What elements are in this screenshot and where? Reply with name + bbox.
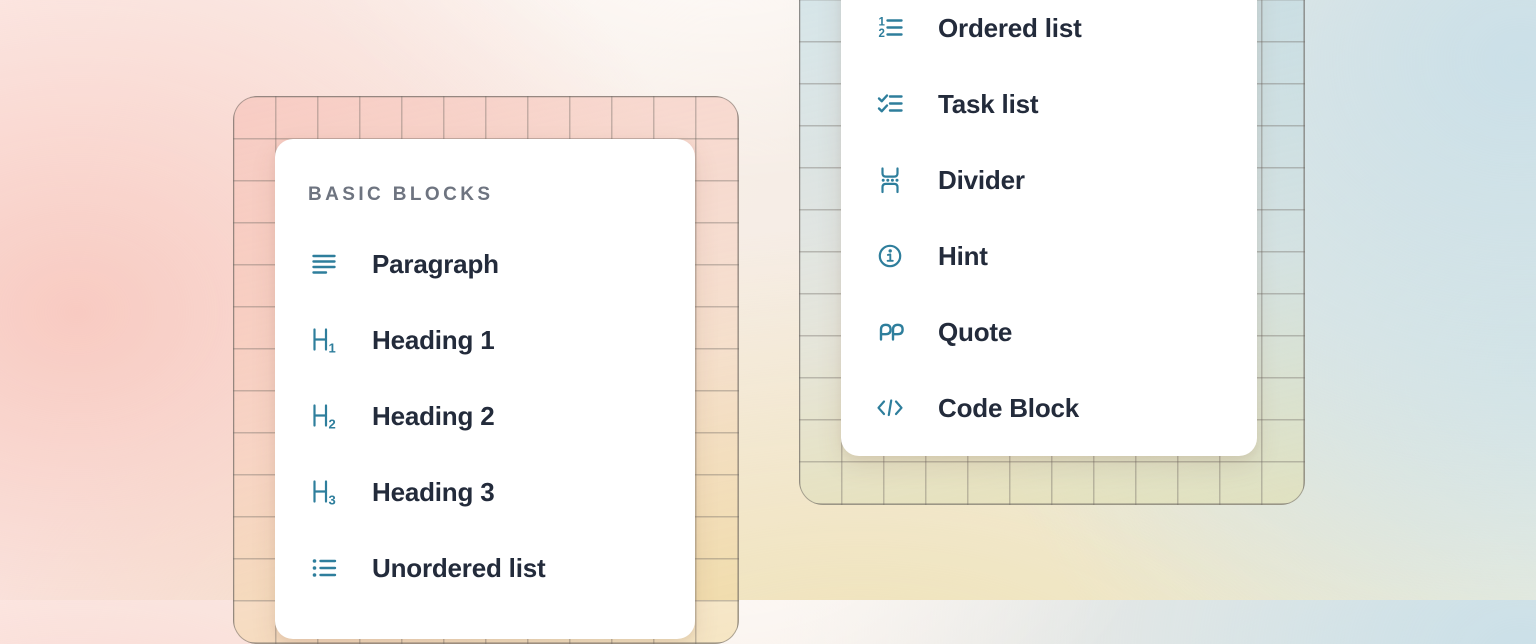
menu-item-label: Hint <box>938 241 988 272</box>
menu-item-divider[interactable]: Divider <box>841 142 1257 218</box>
heading-3-icon: 3 <box>308 476 340 508</box>
menu-item-unordered-list[interactable]: Unordered list <box>275 530 695 606</box>
heading-1-icon: 1 <box>308 324 340 356</box>
menu-item-label: Divider <box>938 165 1025 196</box>
menu-item-label: Paragraph <box>372 249 499 280</box>
menu-item-label: Code Block <box>938 393 1079 424</box>
basic-blocks-menu-card: BASIC BLOCKS Paragraph 1 Heading 1 <box>275 139 695 639</box>
unordered-list-icon <box>308 552 340 584</box>
hint-icon <box>874 240 906 272</box>
page-background: BASIC BLOCKS Paragraph 1 Heading 1 <box>0 0 1536 600</box>
svg-text:1: 1 <box>879 17 886 29</box>
svg-text:3: 3 <box>329 493 336 508</box>
quote-icon <box>874 316 906 348</box>
basic-blocks-menu-list: Paragraph 1 Heading 1 2 Heading 2 <box>275 226 695 606</box>
svg-text:1: 1 <box>329 341 336 356</box>
ordered-list-icon: 1 2 <box>874 12 906 44</box>
menu-item-label: Ordered list <box>938 13 1082 44</box>
svg-text:2: 2 <box>329 417 336 432</box>
section-label: BASIC BLOCKS <box>308 184 695 206</box>
heading-2-icon: 2 <box>308 400 340 432</box>
divider-icon <box>874 164 906 196</box>
menu-item-heading-3[interactable]: 3 Heading 3 <box>275 454 695 530</box>
task-list-icon <box>874 88 906 120</box>
menu-item-ordered-list[interactable]: 1 2 Ordered list <box>841 0 1257 66</box>
menu-item-code-block[interactable]: Code Block <box>841 370 1257 446</box>
menu-item-label: Task list <box>938 89 1038 120</box>
svg-text:2: 2 <box>879 28 885 40</box>
blocks-menu-card-continued: 1 2 Ordered list Task list <box>841 0 1257 456</box>
menu-item-paragraph[interactable]: Paragraph <box>275 226 695 302</box>
menu-item-quote[interactable]: Quote <box>841 294 1257 370</box>
menu-item-label: Heading 2 <box>372 401 494 432</box>
menu-item-heading-1[interactable]: 1 Heading 1 <box>275 302 695 378</box>
menu-item-label: Heading 3 <box>372 477 494 508</box>
menu-item-task-list[interactable]: Task list <box>841 66 1257 142</box>
blocks-menu-list: 1 2 Ordered list Task list <box>841 0 1257 446</box>
paragraph-icon <box>308 248 340 280</box>
menu-item-label: Unordered list <box>372 553 545 584</box>
menu-item-heading-2[interactable]: 2 Heading 2 <box>275 378 695 454</box>
code-block-icon <box>874 392 906 424</box>
menu-item-hint[interactable]: Hint <box>841 218 1257 294</box>
menu-item-label: Quote <box>938 317 1012 348</box>
menu-item-label: Heading 1 <box>372 325 494 356</box>
